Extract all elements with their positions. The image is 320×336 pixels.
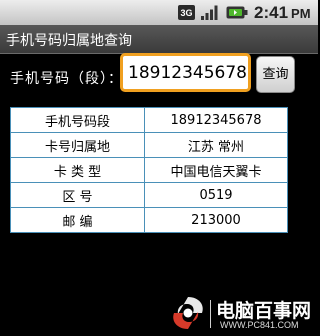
row-label-postcode: 邮 编 (10, 207, 145, 233)
row-label-area-code: 区 号 (10, 182, 145, 208)
phone-number-label: 手机号码（段）： (10, 71, 123, 87)
row-label-card-type: 卡 类 型 (10, 157, 145, 183)
svg-text:3G: 3G (180, 8, 192, 18)
status-bar: 3G 2:41 PM (0, 0, 318, 25)
table-row: 邮 编 213000 (10, 207, 288, 233)
app-title: 手机号码归属地查询 (6, 33, 132, 49)
watermark-url: WWW.PC841.COM (220, 320, 299, 330)
3g-network-icon: 3G (178, 5, 195, 20)
row-value-area-code: 0519 (144, 182, 288, 208)
row-label-location: 卡号归属地 (10, 132, 145, 158)
site-logo-icon (173, 297, 203, 329)
row-value-location: 江苏 常州 (144, 132, 288, 158)
table-row: 手机号码段 18912345678 (10, 107, 288, 133)
app-title-bar: 手机号码归属地查询 (0, 25, 318, 54)
status-clock: 2:41 PM (254, 3, 311, 23)
clock-time: 2:41 (254, 3, 289, 22)
row-value-number-segment: 18912345678 (144, 107, 288, 133)
watermark-title: 电脑百事网 (216, 300, 312, 322)
row-label-number-segment: 手机号码段 (10, 107, 145, 133)
signal-strength-icon (200, 5, 220, 20)
battery-icon (226, 5, 248, 20)
query-button[interactable]: 查询 (256, 56, 295, 93)
result-table: 手机号码段 18912345678 卡号归属地 江苏 常州 卡 类 型 中国电信… (10, 107, 288, 233)
table-row: 卡 类 型 中国电信天翼卡 (10, 157, 288, 183)
table-row: 区 号 0519 (10, 182, 288, 208)
watermark-divider (210, 300, 211, 328)
row-value-postcode: 213000 (144, 207, 288, 233)
table-row: 卡号归属地 江苏 常州 (10, 132, 288, 158)
row-value-card-type: 中国电信天翼卡 (144, 157, 288, 183)
clock-ampm: PM (291, 6, 311, 21)
site-watermark: 电脑百事网 WWW.PC841.COM (168, 290, 318, 336)
phone-number-input[interactable] (120, 53, 251, 92)
